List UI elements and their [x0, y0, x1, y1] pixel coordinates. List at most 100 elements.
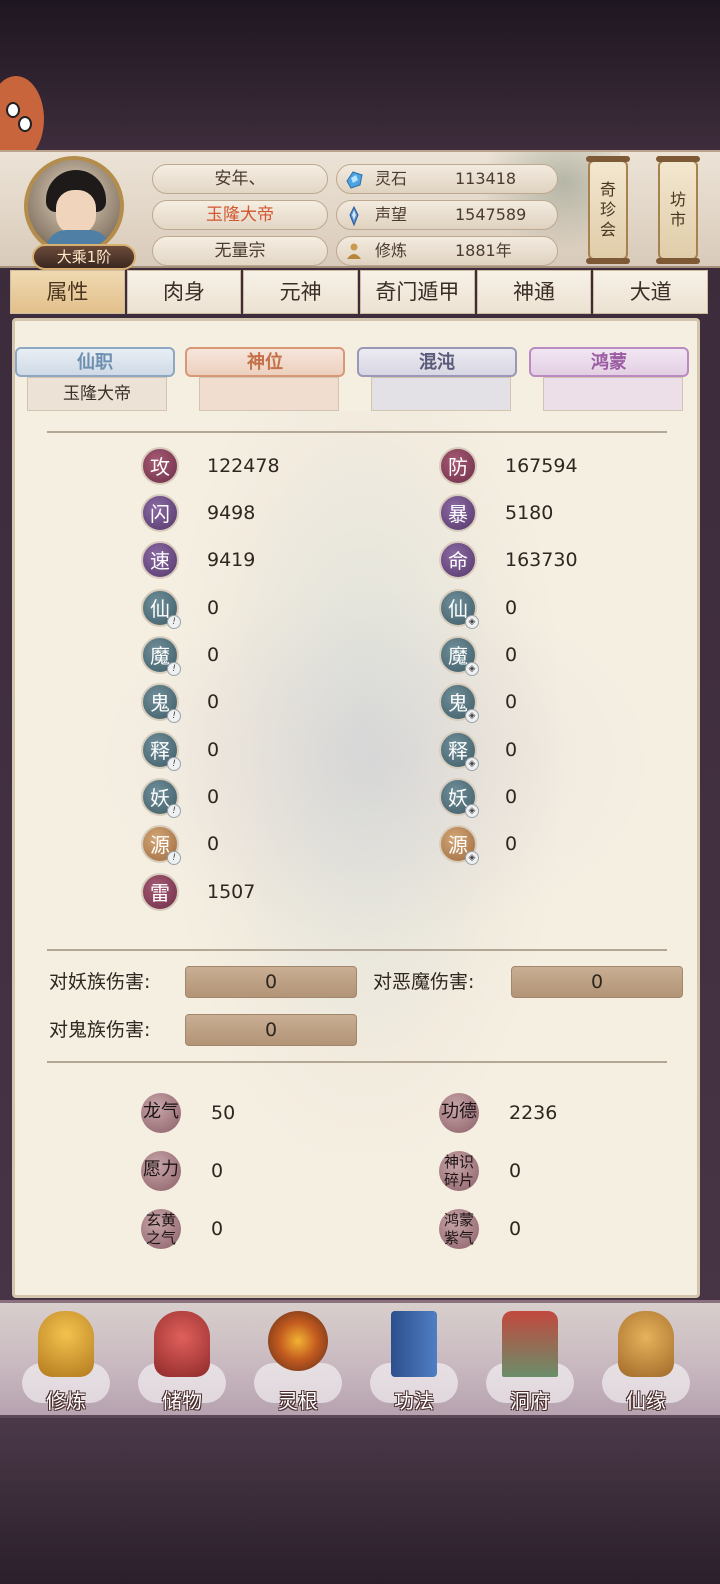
rank-tab-hongmeng[interactable]: 鸿蒙	[529, 347, 689, 377]
treasure-hall-button[interactable]: 奇 珍 会	[586, 156, 630, 264]
info-icon: !	[167, 709, 181, 723]
nav-storage[interactable]: 储物	[132, 1311, 232, 1415]
cultivate-icon	[38, 1311, 94, 1377]
shield-icon: ◈	[465, 662, 479, 676]
extra-xuanhuang-qi: 玄黄之气 0	[141, 1209, 341, 1249]
stat-immortal-defense[interactable]: 仙 ◈ 0	[439, 589, 639, 629]
rank-value-immortal-post: 玉隆大帝	[27, 377, 167, 411]
bottom-backdrop	[0, 1420, 720, 1584]
rank-value-hongmeng	[543, 377, 683, 411]
gourd-icon	[618, 1311, 674, 1377]
demon-race-damage-value: 0	[185, 966, 357, 998]
critical-icon: 暴	[439, 494, 477, 532]
origin-defense-icon: 源 ◈	[439, 825, 479, 865]
info-icon: !	[167, 615, 181, 629]
stat-ghost-defense[interactable]: 鬼 ◈ 0	[439, 683, 639, 723]
tab-qimen-dunjia[interactable]: 奇门遁甲	[360, 270, 475, 314]
divider	[47, 949, 667, 951]
rank-value-chaos	[371, 377, 511, 411]
stat-thunder: 雷 1507	[141, 873, 341, 911]
buddha-defense-icon: 释 ◈	[439, 731, 479, 771]
nav-techniques[interactable]: 功法	[364, 1311, 464, 1415]
stat-critical: 暴 5180	[439, 494, 639, 532]
avatar-frame[interactable]: 大乘1阶	[20, 156, 136, 270]
tab-body[interactable]: 肉身	[126, 270, 242, 314]
nav-cultivate[interactable]: 修炼	[16, 1311, 116, 1415]
evil-demon-damage-value: 0	[511, 966, 683, 998]
immortal-defense-icon: 仙 ◈	[439, 589, 479, 629]
stat-origin-attack[interactable]: 源! 0	[141, 825, 341, 865]
tab-divine-skills[interactable]: 神通	[476, 270, 592, 314]
attack-icon: 攻	[141, 447, 179, 485]
spirit-stone-counter: 灵石 113418	[336, 164, 558, 194]
origin-attack-icon: 源!	[141, 825, 181, 865]
divider	[47, 431, 667, 433]
bottom-nav: 修炼 储物 灵根 功法 洞府 仙缘	[0, 1300, 720, 1418]
hongmeng-purple-qi-icon: 鸿蒙紫气	[439, 1209, 479, 1249]
reputation-counter: 声望 1547589	[336, 200, 558, 230]
speed-icon: 速	[141, 541, 179, 579]
xuanhuang-qi-icon: 玄黄之气	[141, 1209, 181, 1249]
stat-origin-defense[interactable]: 源 ◈ 0	[439, 825, 639, 865]
shield-icon: ◈	[465, 709, 479, 723]
meditation-icon	[347, 243, 361, 259]
willpower-icon: 愿力	[141, 1151, 181, 1191]
dodge-icon: 闪	[141, 494, 179, 532]
stat-attack: 攻 122478	[141, 447, 341, 485]
shield-icon: ◈	[465, 615, 479, 629]
attribute-tabs: 属性 肉身 元神 奇门遁甲 神通 大道	[10, 270, 710, 316]
ghost-race-damage-value: 0	[185, 1014, 357, 1046]
evil-demon-damage-label: 对恶魔伤害:	[373, 971, 475, 993]
divine-sense-fragment-icon: 神识碎片	[439, 1151, 479, 1191]
nav-spirit-root[interactable]: 灵根	[248, 1311, 348, 1415]
stat-ghost-attack[interactable]: 鬼! 0	[141, 683, 341, 723]
attribute-panel: 仙职 玉隆大帝 神位 混沌 鸿蒙 攻 122478 闪 9498 速 9419 …	[12, 318, 700, 1298]
reputation-icon	[349, 205, 359, 227]
ghost-race-damage-label: 对鬼族伤害:	[49, 1019, 151, 1041]
mascot-eye-icon	[6, 102, 20, 118]
extra-merit: 功德 2236	[439, 1093, 639, 1133]
rank-tab-divine-seat[interactable]: 神位	[185, 347, 345, 377]
info-icon: !	[167, 851, 181, 865]
stat-yao-defense[interactable]: 妖 ◈ 0	[439, 778, 639, 818]
player-header: 大乘1阶 安年、 玉隆大帝 无量宗 灵石 113418 声望 1547589 修…	[0, 150, 720, 270]
stat-speed: 速 9419	[141, 541, 341, 579]
extra-willpower: 愿力 0	[141, 1151, 341, 1191]
stat-life: 命 163730	[439, 541, 639, 579]
immortal-attack-icon: 仙!	[141, 589, 181, 629]
cave-dwelling-icon	[502, 1311, 558, 1377]
stat-buddha-defense[interactable]: 释 ◈ 0	[439, 731, 639, 771]
avatar[interactable]	[24, 156, 124, 256]
rank-value-divine-seat	[199, 377, 339, 411]
stat-demon-attack[interactable]: 魔! 0	[141, 636, 341, 676]
tab-attributes[interactable]: 属性	[10, 270, 125, 314]
info-icon: !	[167, 757, 181, 771]
buddha-attack-icon: 释!	[141, 731, 181, 771]
extra-dragon-qi: 龙气 50	[141, 1093, 341, 1133]
ghost-defense-icon: 鬼 ◈	[439, 683, 479, 723]
nav-cave-dwelling[interactable]: 洞府	[480, 1311, 580, 1415]
tab-primordial-spirit[interactable]: 元神	[243, 270, 359, 314]
defense-icon: 防	[439, 447, 477, 485]
stat-immortal-attack[interactable]: 仙! 0	[141, 589, 341, 629]
cultivation-time-counter: 修炼 1881年	[336, 236, 558, 266]
rank-tab-chaos[interactable]: 混沌	[357, 347, 517, 377]
dragon-qi-icon: 龙气	[141, 1093, 181, 1133]
stat-demon-defense[interactable]: 魔 ◈ 0	[439, 636, 639, 676]
extra-hongmeng-purple-qi: 鸿蒙紫气 0	[439, 1209, 639, 1249]
thunder-icon: 雷	[141, 873, 179, 911]
demon-attack-icon: 魔!	[141, 636, 181, 676]
life-icon: 命	[439, 541, 477, 579]
demon-defense-icon: 魔 ◈	[439, 636, 479, 676]
tab-great-dao[interactable]: 大道	[593, 270, 709, 314]
shield-icon: ◈	[465, 851, 479, 865]
nav-immortal-fate[interactable]: 仙缘	[596, 1311, 696, 1415]
stat-buddha-attack[interactable]: 释! 0	[141, 731, 341, 771]
info-icon: !	[167, 804, 181, 818]
market-button[interactable]: 坊 市	[656, 156, 700, 264]
stat-yao-attack[interactable]: 妖! 0	[141, 778, 341, 818]
spirit-root-icon	[268, 1311, 328, 1371]
yao-attack-icon: 妖!	[141, 778, 181, 818]
rank-tab-immortal-post[interactable]: 仙职	[15, 347, 175, 377]
merit-icon: 功德	[439, 1093, 479, 1133]
